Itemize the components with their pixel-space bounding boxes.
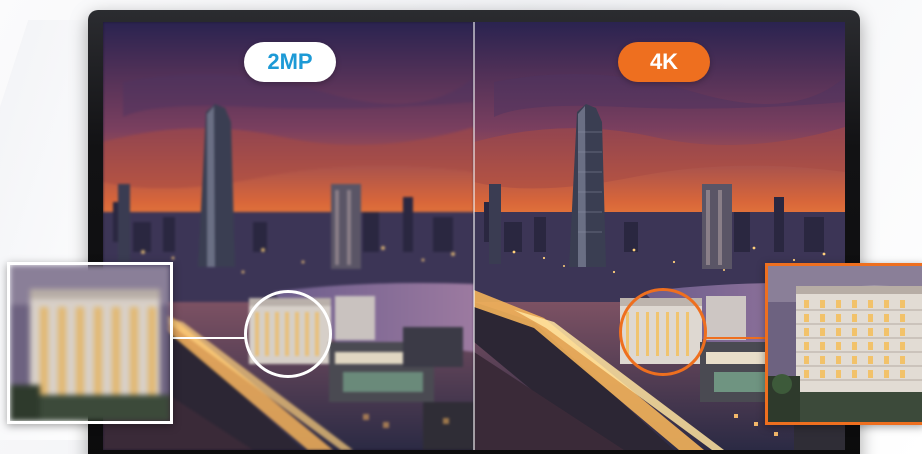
zoom-inset-4k [765, 263, 922, 425]
monitor-screen [103, 22, 845, 450]
label-badge-4k: 4K [618, 42, 710, 82]
zoom-inset-2mp [7, 262, 173, 424]
magnifier-ring-4k [619, 288, 707, 376]
magnifier-ring-2mp [244, 290, 332, 378]
label-badge-2mp: 2MP [244, 42, 336, 82]
connector-line-2mp [170, 337, 246, 339]
split-divider [473, 22, 475, 450]
connector-line-4k [705, 337, 767, 339]
comparison-banner: 2MP 4K [0, 0, 922, 454]
